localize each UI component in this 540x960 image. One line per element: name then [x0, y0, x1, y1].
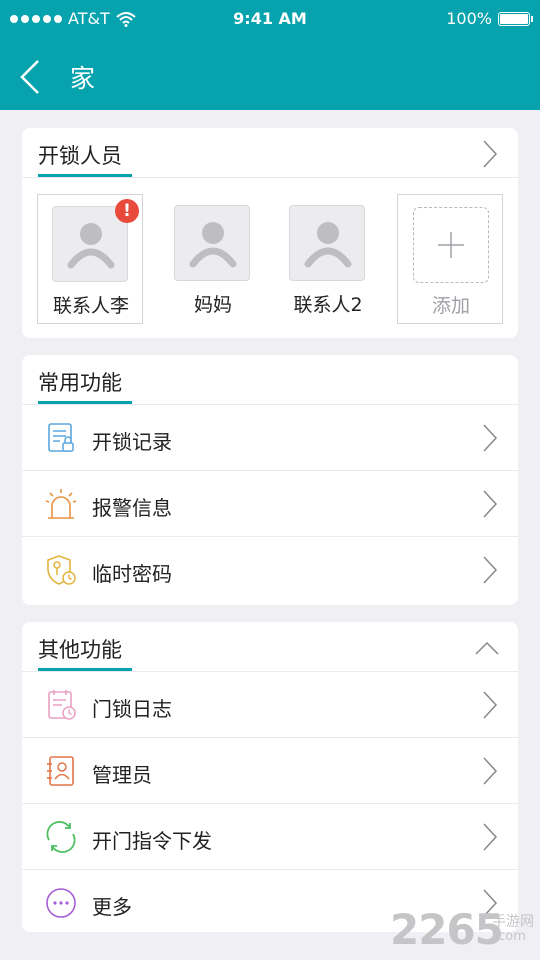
- page-title: 家: [70, 64, 96, 93]
- chevron-right-icon[interactable]: [480, 139, 500, 169]
- card-title: 开锁人员: [38, 144, 122, 168]
- menu-item-lock-log[interactable]: 门锁日志: [22, 672, 518, 738]
- contact-item[interactable]: ! 联系人李: [37, 194, 143, 324]
- title-underline: [38, 174, 132, 177]
- row-label: 管理员: [92, 763, 152, 787]
- add-contact-button[interactable]: 添加: [397, 194, 503, 324]
- chevron-up-icon[interactable]: [474, 638, 500, 658]
- chevron-right-icon: [483, 691, 498, 719]
- contact-name: 联系人2: [293, 294, 363, 316]
- watermark-number: 2265: [390, 905, 504, 954]
- person-icon: [189, 222, 237, 268]
- menu-item-admin[interactable]: 管理员: [22, 738, 518, 804]
- menu-item-unlock-record[interactable]: 开锁记录: [22, 405, 518, 471]
- status-right: 100%: [446, 9, 533, 28]
- title-underline: [38, 401, 132, 404]
- menu-item-door-command[interactable]: 开门指令下发: [22, 804, 518, 870]
- card-title: 其他功能: [38, 638, 122, 662]
- unlock-record-icon: [48, 423, 74, 452]
- card-header: 开锁人员: [22, 128, 518, 178]
- title-underline: [38, 668, 132, 671]
- add-box: [413, 207, 489, 283]
- chevron-right-icon: [483, 490, 498, 518]
- chevron-right-icon: [483, 823, 498, 851]
- alert-badge: !: [115, 199, 139, 223]
- common-functions-card: 常用功能 开锁记录 报警信息 临时密码: [22, 355, 518, 605]
- row-label: 报警信息: [92, 496, 172, 520]
- contact-name: 妈妈: [193, 294, 232, 316]
- nav-bar: 家: [0, 45, 540, 107]
- chevron-right-icon: [483, 556, 498, 584]
- battery-percent: 100%: [446, 9, 492, 28]
- plus-icon: [438, 232, 464, 258]
- row-label: 临时密码: [92, 562, 172, 586]
- watermark-text: 手游网: [492, 914, 534, 930]
- menu-item-alarm-info[interactable]: 报警信息: [22, 471, 518, 537]
- unlock-people-card: 开锁人员 ! 联系人李 妈妈 联系人2 添加: [22, 128, 518, 338]
- chevron-right-icon: [483, 424, 498, 452]
- row-label: 门锁日志: [92, 697, 172, 721]
- contact-item[interactable]: 妈妈: [160, 194, 266, 324]
- avatar: [174, 205, 250, 281]
- avatar: [289, 205, 365, 281]
- battery-icon: [498, 11, 533, 26]
- sync-command-icon: [46, 821, 76, 853]
- temp-password-icon: [47, 555, 76, 585]
- back-arrow-icon[interactable]: [16, 59, 46, 95]
- other-functions-card: 其他功能 门锁日志 管理员 开门指令下发 更多: [22, 622, 518, 932]
- contact-item[interactable]: 联系人2: [275, 194, 381, 324]
- contacts-row: ! 联系人李 妈妈 联系人2 添加: [22, 178, 518, 338]
- lock-log-icon: [48, 690, 76, 720]
- card-header: 其他功能: [22, 622, 518, 672]
- status-bar: AT&T 9:41 AM 100%: [0, 0, 540, 38]
- menu-item-temp-password[interactable]: 临时密码: [22, 537, 518, 603]
- card-title: 常用功能: [38, 371, 122, 395]
- app-header: AT&T 9:41 AM 100% 家: [0, 0, 540, 110]
- row-label: 开门指令下发: [92, 829, 212, 853]
- watermark-url: .com: [494, 929, 526, 944]
- alarm-icon: [45, 489, 77, 519]
- admin-icon: [47, 756, 74, 786]
- card-header: 常用功能: [22, 355, 518, 405]
- add-label: 添加: [431, 295, 470, 317]
- row-label: 更多: [92, 895, 132, 919]
- contact-name: 联系人李: [52, 295, 129, 317]
- row-label: 开锁记录: [92, 430, 172, 454]
- more-icon: [46, 888, 76, 918]
- person-icon: [304, 222, 352, 268]
- watermark-logo: 2265 手游网 .com: [390, 905, 540, 955]
- chevron-right-icon: [483, 757, 498, 785]
